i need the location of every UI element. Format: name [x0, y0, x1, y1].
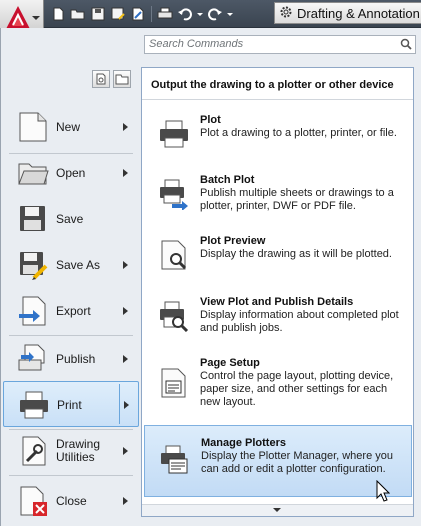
save-as-icon[interactable] — [108, 4, 128, 24]
chevron-right-icon — [123, 261, 128, 269]
menu-divider — [9, 475, 133, 476]
chevron-right-icon — [123, 447, 128, 455]
new-document-icon — [17, 111, 49, 143]
menu-item-label: Save — [56, 212, 84, 226]
chevron-right-icon — [123, 497, 128, 505]
submenu-item-batch-plot[interactable]: Batch Plot Publish multiple sheets or dr… — [144, 174, 412, 220]
submenu-item-title: Plot — [200, 114, 221, 126]
menu-item-label: Export — [56, 304, 91, 318]
menu-item-save-as[interactable]: Save As — [1, 242, 140, 288]
save-as-icon — [17, 249, 49, 281]
submenu-item-page-setup[interactable]: Page Setup Control the page layout, plot… — [144, 357, 412, 415]
menu-item-close[interactable]: Close — [1, 478, 140, 524]
open-folder-icon — [17, 157, 49, 189]
submenu-item-description: Control the page layout, plotting device… — [200, 370, 394, 408]
menu-command-list: New Open Save Save As Export Publish Pri… — [1, 96, 140, 526]
submenu-item-title: Plot Preview — [200, 235, 266, 247]
menu-item-print[interactable]: Print — [3, 381, 139, 427]
menu-item-export[interactable]: Export — [1, 288, 140, 334]
submenu-item-title: View Plot and Publish Details — [200, 296, 354, 308]
plot-icon[interactable] — [155, 4, 175, 24]
menu-item-label: Publish — [56, 352, 96, 366]
menu-item-open[interactable]: Open — [1, 150, 140, 196]
menu-item-drawing-utilities[interactable]: Drawing Utilities — [1, 428, 140, 474]
open-documents-icon[interactable] — [113, 70, 131, 88]
menu-item-label: Drawing Utilities — [56, 437, 101, 464]
submenu-item-title: Manage Plotters — [201, 437, 286, 449]
submenu-item-plot[interactable]: Plot Plot a drawing to a plotter, printe… — [144, 114, 412, 160]
wrench-icon — [17, 435, 49, 467]
chevron-right-icon[interactable] — [124, 401, 129, 409]
printer-icon — [18, 389, 50, 421]
submenu-item-description: Display the drawing as it will be plotte… — [200, 248, 392, 260]
recent-documents-toggles — [92, 70, 131, 88]
chevron-right-icon — [123, 123, 128, 131]
batch-plot-icon — [158, 178, 190, 211]
plot-preview-icon — [158, 239, 190, 271]
menu-item-save[interactable]: Save — [1, 196, 140, 242]
title-bar: Drafting & Annotation — [0, 0, 421, 28]
mouse-cursor-icon — [376, 480, 390, 502]
publish-icon[interactable] — [128, 4, 148, 24]
search-placeholder: Search Commands — [149, 38, 244, 50]
chevron-right-icon — [123, 169, 128, 177]
submenu-item-manage-plotters[interactable]: Manage Plotters Display the Plotter Mana… — [144, 425, 412, 497]
page-setup-icon — [158, 367, 190, 399]
print-submenu-panel: Output the drawing to a plotter or other… — [141, 67, 414, 517]
quick-access-toolbar — [48, 3, 235, 25]
submenu-item-title: Page Setup — [200, 357, 260, 369]
search-commands-input[interactable]: Search Commands — [144, 35, 416, 54]
gear-icon — [279, 5, 293, 22]
plot-details-icon — [158, 300, 190, 333]
recent-documents-icon[interactable] — [92, 70, 110, 88]
workspace-label: Drafting & Annotation — [297, 5, 420, 21]
redo-dropdown-icon[interactable] — [225, 4, 235, 24]
menu-item-publish[interactable]: Publish — [1, 336, 140, 382]
toolbar-separator — [151, 6, 152, 22]
chevron-right-icon — [123, 307, 128, 315]
chevron-down-icon — [273, 508, 281, 512]
split-divider — [119, 384, 120, 424]
undo-dropdown-icon[interactable] — [195, 4, 205, 24]
panel-divider — [142, 99, 413, 100]
new-icon[interactable] — [48, 4, 68, 24]
submenu-item-description: Plot a drawing to a plotter, printer, or… — [200, 127, 397, 139]
submenu-item-description: Publish multiple sheets or drawings to a… — [200, 187, 394, 212]
chevron-right-icon — [123, 355, 128, 363]
undo-icon[interactable] — [175, 4, 195, 24]
submenu-item-plot-preview[interactable]: Plot Preview Display the drawing as it w… — [144, 235, 412, 281]
menu-item-label: Open — [56, 166, 86, 180]
export-icon — [17, 295, 49, 327]
manage-plotters-icon — [159, 444, 191, 476]
scroll-down-button[interactable] — [142, 504, 413, 516]
menu-item-label: New — [56, 120, 81, 134]
menu-item-label: Close — [56, 494, 87, 508]
submenu-item-description: Display information about completed plot… — [200, 309, 399, 334]
menu-item-label: Save As — [56, 258, 101, 272]
application-menu: Search Commands New Open Save Save As Ex… — [0, 28, 421, 526]
submenu-item-title: Batch Plot — [200, 174, 255, 186]
close-document-icon — [17, 485, 49, 517]
menu-item-new[interactable]: New — [1, 104, 140, 150]
plot-icon — [158, 118, 190, 150]
search-icon[interactable] — [400, 38, 412, 53]
submenu-item-view-plot-details[interactable]: View Plot and Publish Details Display in… — [144, 296, 412, 342]
save-icon[interactable] — [88, 4, 108, 24]
save-icon — [17, 203, 49, 235]
chevron-down-icon — [32, 16, 40, 20]
menu-item-label: Print — [57, 398, 82, 412]
publish-icon — [17, 343, 49, 375]
submenu-item-description: Display the Plotter Manager, where you c… — [201, 450, 393, 475]
panel-header: Output the drawing to a plotter or other… — [151, 79, 394, 91]
open-icon[interactable] — [68, 4, 88, 24]
redo-icon[interactable] — [205, 4, 225, 24]
workspace-switcher[interactable]: Drafting & Annotation — [274, 2, 421, 24]
